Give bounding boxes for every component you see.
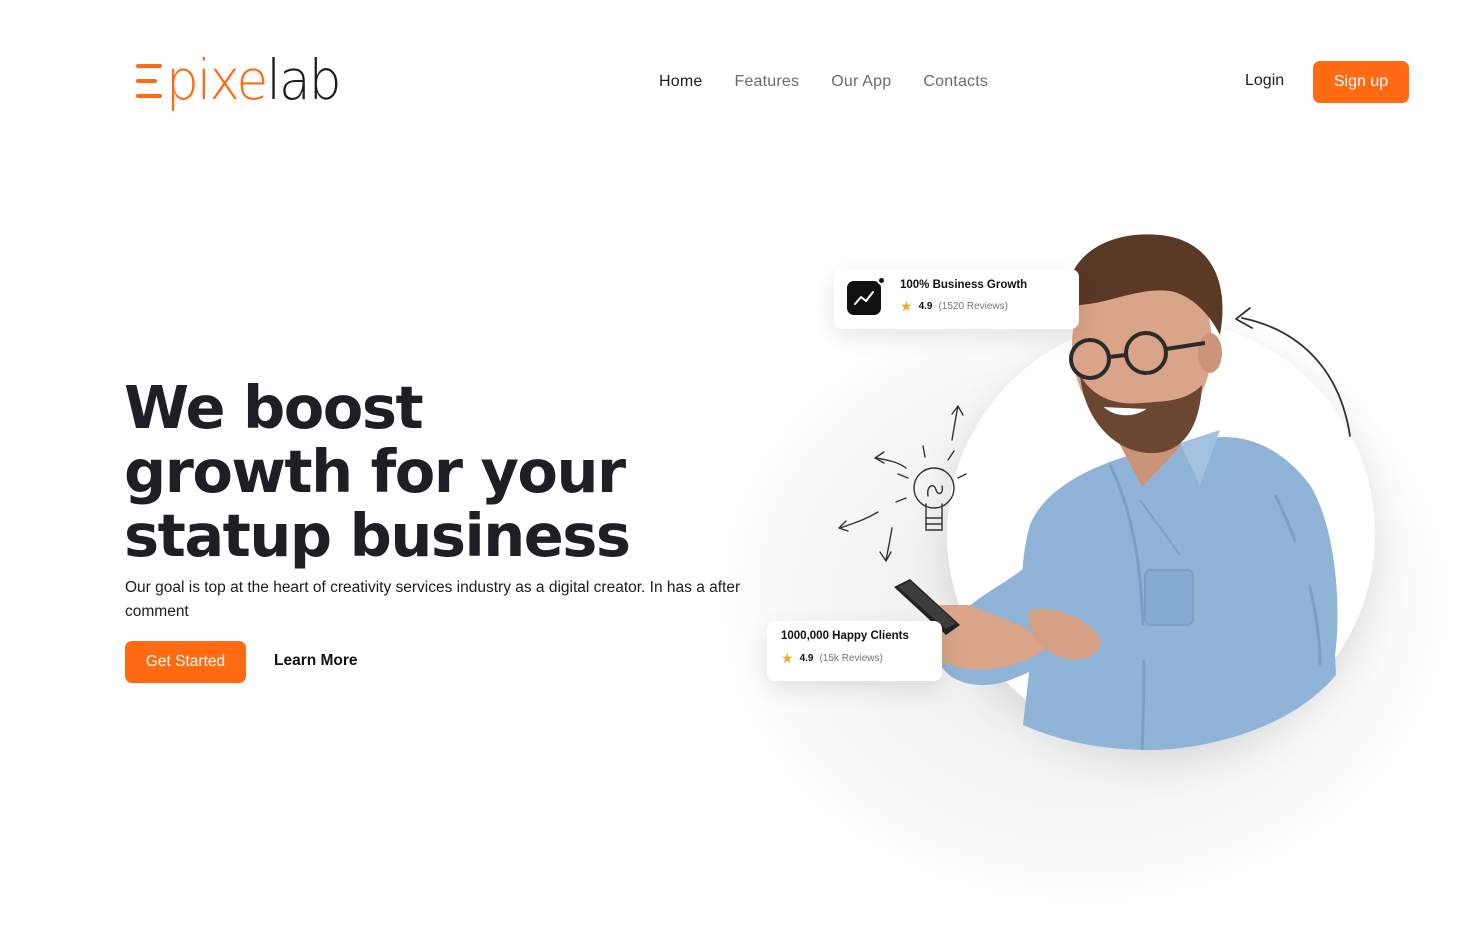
rating-value: 4.9 [918,300,933,312]
reviews-count: (15k Reviews) [819,652,883,664]
nav-features[interactable]: Features [734,72,799,92]
main-nav: Home Features Our App Contacts [659,72,988,92]
hero-title-line-3: statup business [124,501,631,570]
brand-logo[interactable]: pixelab [136,52,351,112]
stat-card-title: 1000,000 Happy Clients [781,630,909,642]
star-icon: ★ [781,650,794,666]
rating-value: 4.9 [799,652,814,664]
chart-trend-icon [847,276,886,315]
stat-card-clients: 1000,000 Happy Clients ★ 4.9 (15k Review… [767,621,942,681]
logo-text-secondary: lab [266,48,341,112]
star-icon: ★ [900,298,913,314]
get-started-button[interactable]: Get Started [125,641,246,683]
hero-subtitle: Our goal is top at the heart of creativi… [125,579,741,620]
nav-home[interactable]: Home [659,72,702,92]
learn-more-link[interactable]: Learn More [274,650,358,672]
signup-button[interactable]: Sign up [1313,61,1409,103]
hero-title-line-1: We boost [124,373,424,442]
reviews-count: (1520 Reviews) [938,300,1008,312]
logo-e-mark [136,64,162,98]
nav-our-app[interactable]: Our App [831,72,891,92]
logo-text-primary: pixe [166,48,268,112]
stat-card-growth: 100% Business Growth ★ 4.9 (1520 Reviews… [834,269,1079,329]
login-link[interactable]: Login [1245,71,1284,91]
stat-card-title: 100% Business Growth [900,279,1028,291]
hero-title-line-2: growth for your [124,437,626,506]
hero-title: We boost growth for your statup business [124,376,744,568]
nav-contacts[interactable]: Contacts [923,72,988,92]
